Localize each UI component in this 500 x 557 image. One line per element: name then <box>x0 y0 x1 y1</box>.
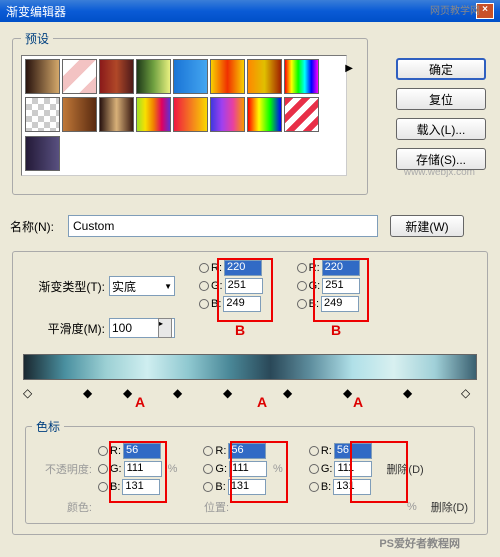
delete-link[interactable]: 删除(D) <box>386 461 423 477</box>
preset-swatch[interactable] <box>99 97 134 132</box>
rgb-r-a1[interactable]: 56 <box>123 443 161 459</box>
rgb-b-b2[interactable]: 249 <box>321 296 359 312</box>
preset-swatch[interactable] <box>247 97 282 132</box>
chevron-down-icon: ▼ <box>164 282 172 291</box>
preset-swatches[interactable]: ▶ <box>21 55 347 176</box>
window-title: 渐变编辑器 <box>6 3 476 20</box>
watermark-footer: PS爱好者教程网 <box>379 535 460 551</box>
gradient-stops-track[interactable]: ◇ ◆ ◆ ◆ ◆ ◆ ◆ ◆ ◇ <box>23 386 477 400</box>
color-stop[interactable]: ◆ <box>403 386 413 398</box>
rgb-b-b1[interactable]: 249 <box>223 296 261 312</box>
gradient-preview-bar[interactable] <box>23 354 477 380</box>
delete-link[interactable]: 删除(D) <box>431 499 468 515</box>
preset-swatch[interactable] <box>247 59 282 94</box>
radio-icon[interactable] <box>297 263 307 273</box>
name-input[interactable] <box>68 215 378 237</box>
preset-swatch[interactable] <box>136 97 171 132</box>
preset-swatch[interactable] <box>210 97 245 132</box>
preset-swatch[interactable] <box>173 59 208 94</box>
preset-swatch[interactable] <box>25 59 60 94</box>
watermark-text: 网页教学网 <box>430 2 480 17</box>
radio-icon[interactable] <box>98 482 108 492</box>
preset-swatch[interactable] <box>284 97 319 132</box>
radio-icon[interactable] <box>203 482 213 492</box>
preset-swatch[interactable] <box>284 59 319 94</box>
rgb-b-a1[interactable]: 131 <box>122 479 160 495</box>
rgb-g-a3[interactable]: 111 <box>334 461 372 477</box>
name-label: 名称(N): <box>10 218 62 235</box>
radio-icon[interactable] <box>203 446 213 456</box>
label-b: B <box>235 322 245 338</box>
ok-button[interactable]: 确定 <box>396 58 486 80</box>
presets-legend: 预设 <box>21 30 53 47</box>
radio-icon[interactable] <box>199 263 209 273</box>
color-label: 颜色: <box>32 499 92 515</box>
gradient-type-combo[interactable]: 实底▼ <box>109 276 175 296</box>
rgb-r-a3[interactable]: 56 <box>334 443 372 459</box>
opacity-stop[interactable]: ◇ <box>23 386 33 398</box>
rgb-g-a1[interactable]: 111 <box>124 461 162 477</box>
radio-icon[interactable] <box>309 482 319 492</box>
preset-swatch[interactable] <box>25 136 60 171</box>
color-stop[interactable]: ◆ <box>83 386 93 398</box>
color-stop[interactable]: ◆ <box>223 386 233 398</box>
presets-menu-icon[interactable]: ▶ <box>345 63 353 74</box>
label-a: A <box>353 394 363 410</box>
rgb-r-b1[interactable]: 220 <box>224 260 262 276</box>
radio-icon[interactable] <box>309 464 319 474</box>
radio-icon[interactable] <box>199 281 209 291</box>
rgb-r-a2[interactable]: 56 <box>228 443 266 459</box>
preset-swatch[interactable] <box>136 59 171 94</box>
color-stop[interactable]: ◆ <box>343 386 353 398</box>
color-stop[interactable]: ◆ <box>173 386 183 398</box>
rgb-b-a3[interactable]: 131 <box>333 479 371 495</box>
opacity-stop[interactable]: ◇ <box>461 386 471 398</box>
smoothness-label: 平滑度(M): <box>23 320 105 337</box>
preset-swatch[interactable] <box>62 97 97 132</box>
rgb-b-a2[interactable]: 131 <box>228 479 266 495</box>
radio-icon[interactable] <box>309 446 319 456</box>
position-label: 位置: <box>204 499 229 515</box>
new-button[interactable]: 新建(W) <box>390 215 464 237</box>
preset-swatch[interactable] <box>173 97 208 132</box>
gradient-editor-window: 渐变编辑器 × 网页教学网 预设 ▶ www.webjx.com 确定 复位 载… <box>0 0 500 557</box>
rgb-g-b2[interactable]: 251 <box>322 278 360 294</box>
stops-legend: 色标 <box>32 418 64 435</box>
rgb-g-a2[interactable]: 111 <box>229 461 267 477</box>
preset-swatch[interactable] <box>25 97 60 132</box>
radio-icon[interactable] <box>98 446 108 456</box>
preset-swatch[interactable] <box>99 59 134 94</box>
radio-icon[interactable] <box>203 464 213 474</box>
gradient-settings: 渐变类型(T): 实底▼ R:220 G:251 B:249 R:220 G:2… <box>12 251 488 535</box>
radio-icon[interactable] <box>199 299 209 309</box>
label-b: B <box>331 322 341 338</box>
slider-icon[interactable]: ▸ <box>158 318 172 338</box>
rgb-g-b1[interactable]: 251 <box>225 278 263 294</box>
presets-fieldset: 预设 ▶ <box>12 30 368 195</box>
gradient-type-label: 渐变类型(T): <box>23 278 105 295</box>
reset-button[interactable]: 复位 <box>396 88 486 110</box>
smoothness-input[interactable]: 100▸ <box>109 318 175 338</box>
rgb-r-b2[interactable]: 220 <box>322 260 360 276</box>
preset-swatch[interactable] <box>210 59 245 94</box>
stops-fieldset: 色标 不透明度: R:56 G:111 B:131 % R:56 G:111 B… <box>25 418 475 524</box>
label-a: A <box>257 394 267 410</box>
label-a: A <box>135 394 145 410</box>
opacity-label: 不透明度: <box>32 461 92 477</box>
color-stop[interactable]: ◆ <box>123 386 133 398</box>
color-stop[interactable]: ◆ <box>283 386 293 398</box>
load-button[interactable]: 载入(L)... <box>396 118 486 140</box>
save-button[interactable]: 存储(S)... <box>396 148 486 170</box>
radio-icon[interactable] <box>98 464 108 474</box>
radio-icon[interactable] <box>297 299 307 309</box>
radio-icon[interactable] <box>297 281 307 291</box>
preset-swatch[interactable] <box>62 59 97 94</box>
titlebar: 渐变编辑器 × <box>0 0 500 22</box>
